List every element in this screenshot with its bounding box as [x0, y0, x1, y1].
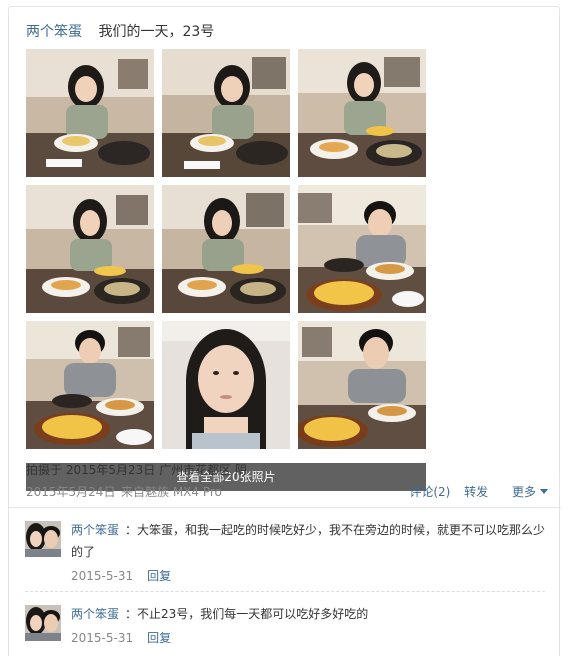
more-button[interactable]: 更多: [502, 485, 548, 499]
comment-author-link[interactable]: 两个笨蛋: [71, 523, 119, 537]
photo-location-info: 拍摄于 2015年5月23日 广州市花都区 阴: [26, 463, 247, 477]
photo-boy-eating-image: [298, 185, 426, 313]
avatar-couple-image: [25, 521, 61, 557]
post-source: 来自魅族 MX4 Pro: [121, 485, 222, 499]
comment-text-block: 两个笨蛋 ：不止23号，我们每一天都可以吃好多好吃的: [71, 603, 549, 625]
photo-girl-drinking-image: [26, 49, 154, 177]
photo-grid: 查看全部20张照片: [26, 49, 426, 491]
reply-button[interactable]: 回复: [147, 569, 171, 583]
forward-button[interactable]: 转发: [464, 485, 488, 499]
comment-footer: 2015-5-31 回复: [71, 567, 171, 584]
comment-footer: 2015-5-31 回复: [71, 629, 171, 646]
comment-text: ：不止23号，我们每一天都可以吃好多好吃的: [125, 607, 369, 621]
photo-girl-with-food-image: [298, 49, 426, 177]
photo-girl-at-table-image: [26, 185, 154, 313]
comment-item: 两个笨蛋 ：不止23号，我们每一天都可以吃好多好吃的 2015-5-31 回复: [25, 603, 545, 653]
reply-button[interactable]: 回复: [147, 631, 171, 645]
post-header: 两个笨蛋 我们的一天，23号: [26, 21, 214, 41]
photo-girl-chopsticks[interactable]: [162, 185, 290, 313]
comment-text: ：大笨蛋，和我一起吃的时候吃好少，我不在旁边的时候，就更不可以吃那么少的了: [71, 523, 546, 559]
post-date: 2015年5月24日: [26, 485, 116, 499]
post-card: 两个笨蛋 我们的一天，23号 查看全部20张照片 拍摄于 2015年5月23日 …: [8, 6, 561, 656]
photo-girl-selfie[interactable]: [162, 321, 290, 449]
comment-item: 两个笨蛋 ：大笨蛋，和我一起吃的时候吃好少，我不在旁边的时候，就更不可以吃那么少的…: [25, 519, 545, 595]
comment-separator: [25, 591, 545, 592]
caret-down-icon: [540, 489, 548, 494]
photo-boy-smiling[interactable]: [26, 321, 154, 449]
photo-girl-eating-image: [162, 49, 290, 177]
photo-boy-closeup-image: [298, 321, 426, 449]
photo-boy-smiling-image: [26, 321, 154, 449]
post-title: 我们的一天，23号: [98, 24, 215, 40]
post-author-link[interactable]: 两个笨蛋: [26, 24, 82, 40]
photo-boy-closeup[interactable]: [298, 321, 426, 449]
avatar[interactable]: [25, 605, 61, 641]
avatar-couple-image: [25, 605, 61, 641]
photo-girl-eating[interactable]: [162, 49, 290, 177]
comment-text-block: 两个笨蛋 ：大笨蛋，和我一起吃的时候吃好少，我不在旁边的时候，就更不可以吃那么少的…: [71, 519, 549, 563]
photo-girl-chopsticks-image: [162, 185, 290, 313]
avatar[interactable]: [25, 521, 61, 557]
photo-girl-selfie-image: [162, 321, 290, 449]
more-label: 更多: [511, 485, 536, 499]
photo-girl-drinking[interactable]: [26, 49, 154, 177]
photo-girl-at-table[interactable]: [26, 185, 154, 313]
comments-divider: [9, 507, 561, 508]
comment-date: 2015-5-31: [71, 631, 134, 645]
photo-girl-with-food[interactable]: [298, 49, 426, 177]
comment-date: 2015-5-31: [71, 569, 134, 583]
post-actions: 评论(2) 转发 更多: [399, 483, 548, 500]
post-meta-row: 2015年5月24日 来自魅族 MX4 Pro 评论(2) 转发 更多: [26, 483, 548, 503]
comment-author-link[interactable]: 两个笨蛋: [71, 607, 119, 621]
photo-boy-eating[interactable]: [298, 185, 426, 313]
comment-button[interactable]: 评论(2): [409, 485, 450, 499]
